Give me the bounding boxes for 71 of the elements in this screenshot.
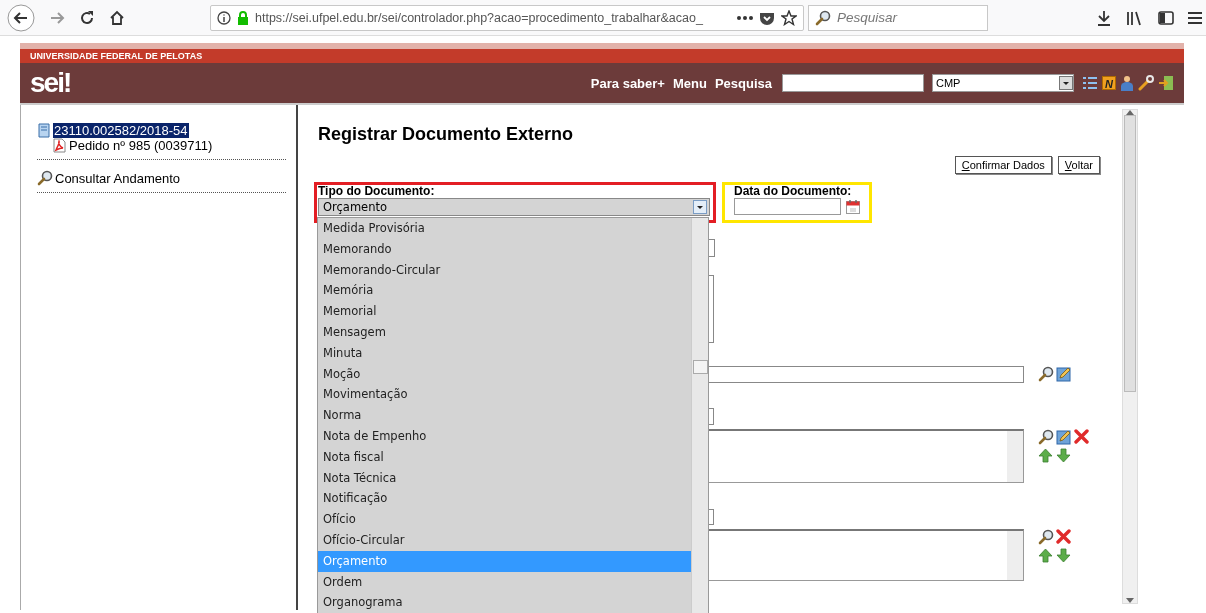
wrench-icon[interactable] bbox=[1138, 75, 1154, 91]
unit-select[interactable]: CMP bbox=[932, 74, 1074, 92]
dropdown-option[interactable]: Memória bbox=[318, 280, 691, 302]
dropdown-option[interactable]: Memorial bbox=[318, 301, 691, 322]
dropdown-option[interactable]: Organograma bbox=[318, 592, 691, 613]
search-icon[interactable] bbox=[1038, 529, 1054, 545]
scroll-down-icon[interactable] bbox=[1126, 598, 1134, 603]
calendar-icon[interactable] bbox=[846, 199, 860, 214]
dropdown-option[interactable]: Movimentação bbox=[318, 384, 691, 406]
star-icon[interactable] bbox=[781, 9, 797, 26]
download-icon[interactable] bbox=[1096, 9, 1112, 26]
dropdown-option[interactable]: Medida Provisória bbox=[318, 218, 691, 239]
process-icon[interactable] bbox=[37, 123, 51, 138]
scroll-thumb[interactable] bbox=[693, 360, 708, 374]
scroll-thumb[interactable] bbox=[1124, 115, 1136, 392]
pdf-icon[interactable] bbox=[53, 138, 66, 153]
home-icon[interactable] bbox=[109, 9, 125, 26]
process-number[interactable]: 23110.002582/2018-54 bbox=[53, 123, 189, 138]
form-button[interactable]: Voltar bbox=[1057, 156, 1100, 174]
header-link[interactable]: Pesquisa bbox=[714, 75, 772, 91]
news-badge[interactable]: N bbox=[1102, 76, 1116, 90]
header-link[interactable]: Menu bbox=[672, 75, 707, 91]
more-icon[interactable] bbox=[737, 14, 753, 21]
field-label: Data do Documento: bbox=[734, 185, 853, 198]
document-link[interactable]: Pedido nº 985 (0039711) bbox=[69, 138, 213, 153]
sidebar-icon[interactable] bbox=[1158, 9, 1174, 26]
dropdown-option[interactable]: Nota de Empenho bbox=[318, 425, 691, 447]
dropdown-option[interactable]: Moção bbox=[318, 363, 691, 385]
person-icon[interactable] bbox=[1120, 75, 1134, 91]
search-field[interactable] bbox=[782, 74, 924, 92]
search-icon[interactable] bbox=[1038, 366, 1054, 382]
edit-icon[interactable] bbox=[1056, 366, 1072, 382]
search-field[interactable]: Pesquisar bbox=[808, 4, 988, 31]
delete-icon[interactable] bbox=[1074, 429, 1089, 444]
library-icon[interactable] bbox=[1126, 9, 1144, 26]
exit-icon[interactable] bbox=[1158, 75, 1174, 91]
list-icon[interactable] bbox=[1082, 76, 1098, 90]
search-icon[interactable] bbox=[1038, 429, 1054, 445]
arrow-up-icon[interactable] bbox=[1038, 548, 1053, 563]
dropdown-option[interactable]: Minuta bbox=[318, 342, 691, 364]
dropdown-option[interactable]: Memorando-Circular bbox=[318, 259, 691, 281]
menu-icon[interactable] bbox=[1188, 10, 1202, 25]
consult-link[interactable]: Consultar Andamento bbox=[55, 170, 181, 186]
arrow-up-icon[interactable] bbox=[1038, 448, 1053, 463]
lock-icon bbox=[237, 10, 249, 25]
dropdown-option[interactable]: Norma bbox=[318, 405, 691, 426]
logo[interactable]: sei! bbox=[30, 67, 71, 99]
arrow-down-icon[interactable] bbox=[1056, 548, 1071, 563]
institution-name: UNIVERSIDADE FEDERAL DE PELOTAS bbox=[20, 49, 1184, 63]
dropdown-option[interactable]: Memorando bbox=[318, 238, 691, 260]
date-field[interactable] bbox=[734, 198, 841, 215]
form-button[interactable]: Confirmar Dados bbox=[954, 156, 1052, 174]
delete-icon[interactable] bbox=[1056, 529, 1071, 544]
search-icon[interactable] bbox=[37, 170, 53, 186]
dropdown-option[interactable]: Notificação bbox=[318, 488, 691, 510]
info-icon[interactable] bbox=[217, 10, 231, 25]
page-title: Registrar Documento Externo bbox=[318, 123, 575, 145]
back-icon[interactable] bbox=[7, 3, 35, 32]
document-type-select[interactable]: Orçamento bbox=[318, 198, 710, 216]
dropdown-option[interactable]: Ofício-Circular bbox=[318, 529, 691, 551]
field-label: Tipo do Documento: bbox=[318, 185, 436, 198]
dropdown-option[interactable]: Ofício bbox=[318, 509, 691, 530]
header-link[interactable]: Para saber+ bbox=[590, 75, 665, 91]
edit-icon[interactable] bbox=[1056, 429, 1072, 445]
dropdown-option[interactable]: Nota fiscal bbox=[318, 446, 691, 468]
dropdown-option[interactable]: Mensagem bbox=[318, 322, 691, 343]
dropdown-option[interactable]: Nota Técnica bbox=[318, 467, 691, 489]
reload-icon[interactable] bbox=[79, 9, 95, 26]
dropdown-option[interactable]: Ordem bbox=[318, 571, 691, 593]
forward-icon[interactable] bbox=[49, 9, 65, 26]
arrow-down-icon[interactable] bbox=[1056, 448, 1071, 463]
